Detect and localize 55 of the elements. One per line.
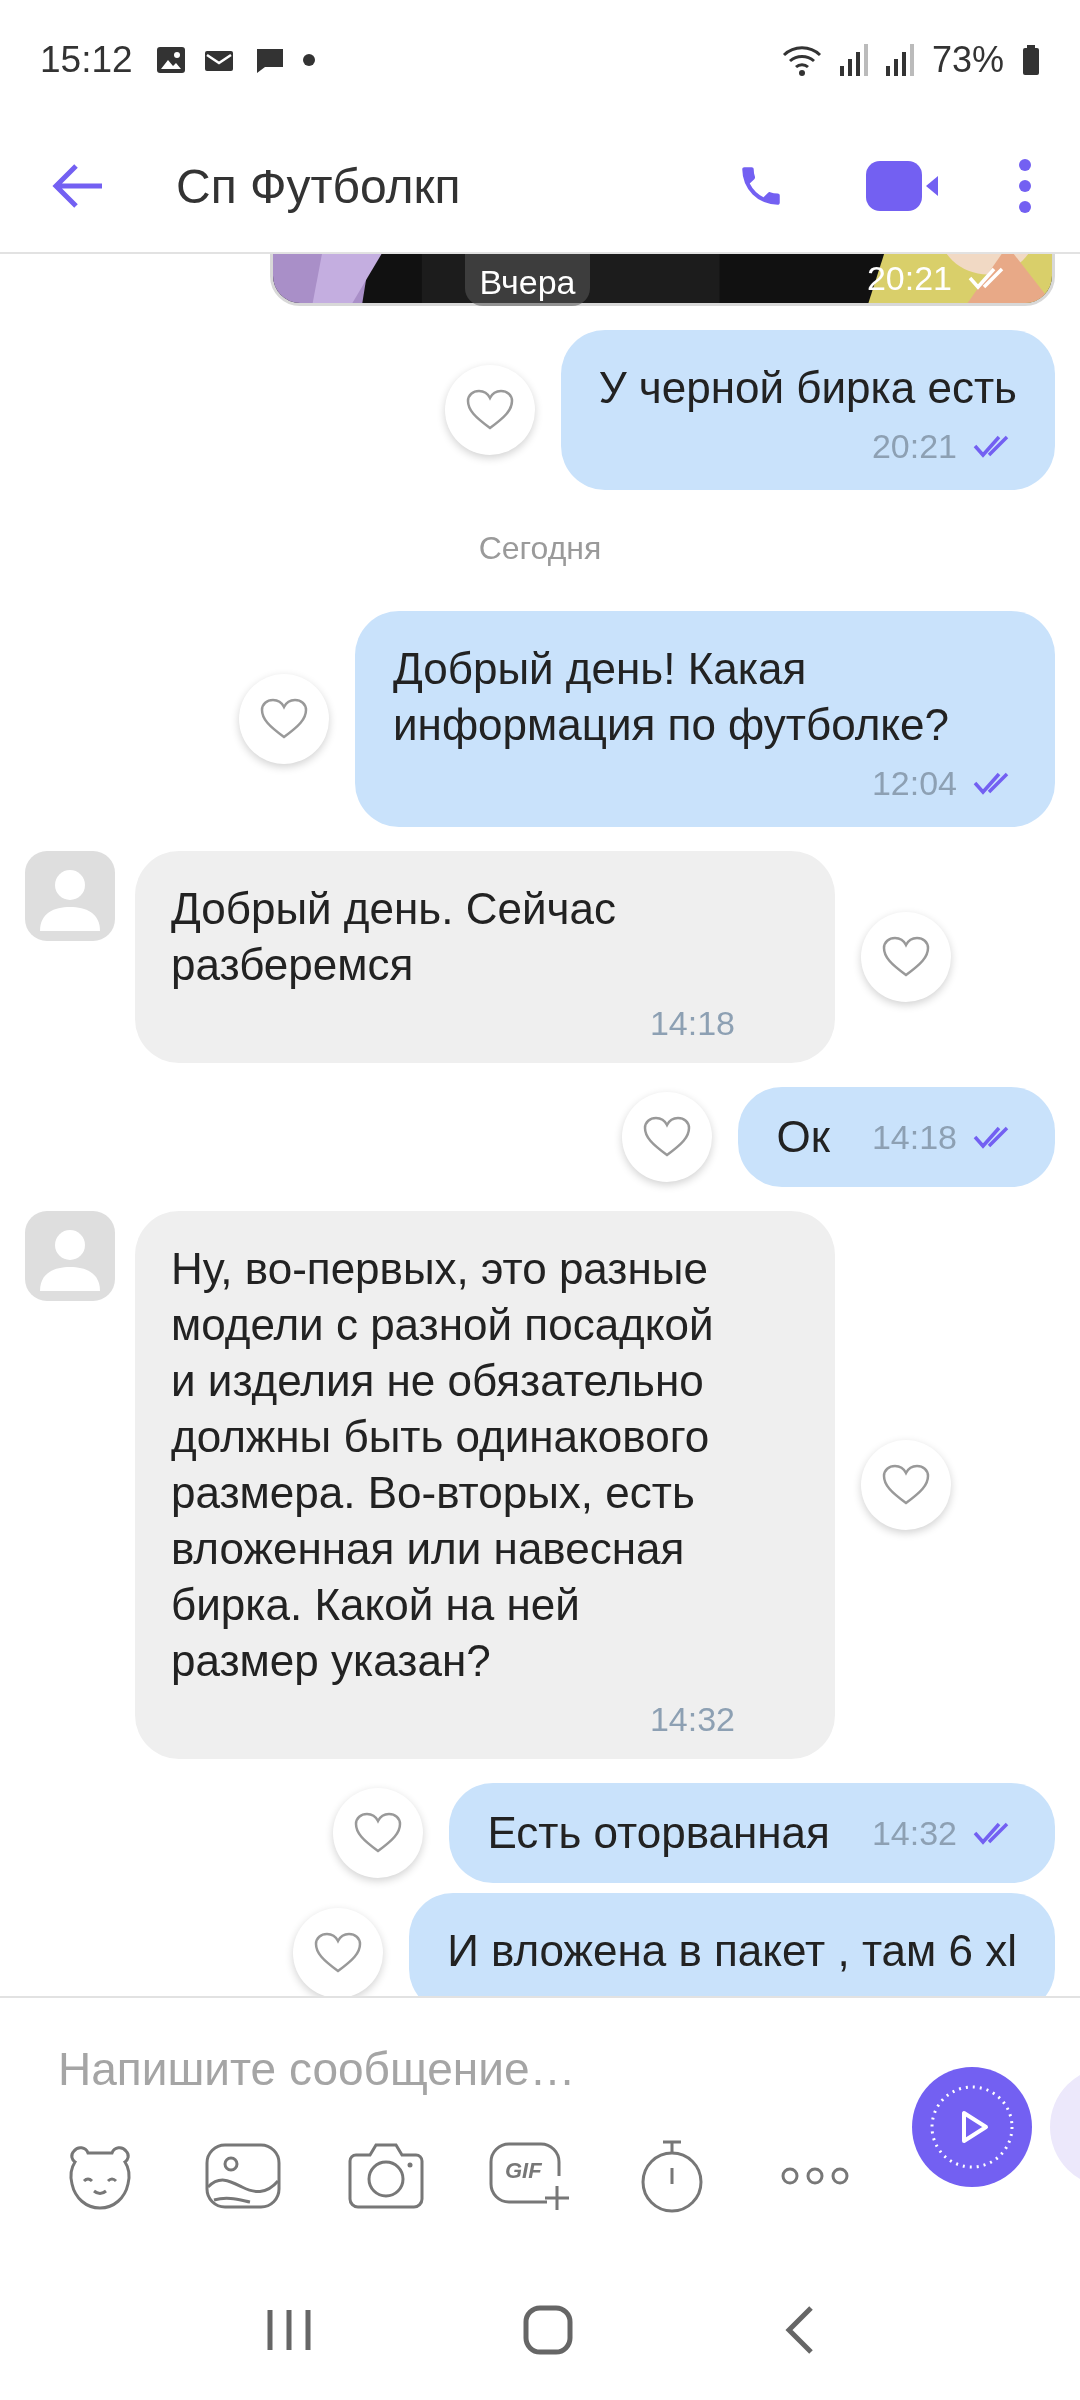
heart-icon [259,697,309,741]
picture-notification-icon [156,47,185,73]
gif-button[interactable]: GIF [487,2136,571,2216]
message-text: Добрый день! Какая информация по футболке? [393,643,950,751]
back-nav-button[interactable] [784,2305,815,2355]
date-separator: Сегодня [478,530,602,567]
like-button[interactable] [861,912,951,1002]
battery-icon [1022,45,1040,75]
like-button[interactable] [239,674,329,764]
message-text: Ну, во-первых, это разные модели с разной посадкой и изделия не обязательно должны быть одинакового размера. Во-вторых, есть вложенная или навесная бирка. Какой на ней размер указан? [171,1243,715,1687]
gif-label: GIF [505,2158,542,2184]
wifi-icon [781,43,822,77]
heart-icon [881,935,931,979]
message-text: Ок [776,1111,830,1163]
message-text: И вложена в пакет , там 6 xl [447,1925,1017,1977]
message-time: 20:21 [871,426,957,466]
outgoing-message[interactable]: У черной бирка есть 20:21 [560,330,1055,490]
status-time: 15:12 [40,39,133,81]
message-time: 14:32 [871,1813,957,1853]
outgoing-message[interactable]: Ок 14:18 [738,1087,1055,1187]
heart-icon [313,1931,364,1975]
heart-icon [642,1115,693,1159]
outgoing-message[interactable]: И вложена в пакет , там 6 xl [409,1893,1055,1996]
message-text: Есть оторванная [487,1807,830,1859]
heart-icon [464,388,515,432]
message-time: 14:18 [649,1003,735,1043]
menu-button[interactable] [1018,158,1032,214]
like-button[interactable] [861,1440,951,1530]
video-call-button[interactable] [866,161,938,211]
message-text: У черной бирка есть [598,362,1017,414]
signal-icon [885,44,914,76]
message-time: 14:32 [649,1699,735,1739]
like-button[interactable] [622,1092,713,1182]
message-text: Добрый день. Сейчас разберемся [171,883,617,991]
chat-title: Сп Футболкп [176,158,462,214]
incoming-message[interactable]: Ну, во-первых, это разные модели с разной посадкой и изделия не обязательно должны быть одинакового размера. Во-вторых, есть вложенная или навесная бирка. Какой на ней размер указан? 14:32 [135,1211,835,1759]
outgoing-message[interactable]: Добрый день! Какая информация по футболке? 12:04 [355,611,1055,827]
outgoing-message[interactable]: Есть оторванная 14:32 [449,1783,1055,1883]
message-time: 14:18 [871,1117,957,1157]
battery-percent: 73% [931,39,1004,81]
back-button[interactable] [52,164,104,208]
signal-icon [839,44,868,76]
incoming-message[interactable]: Добрый день. Сейчас разберемся 14:18 [135,851,835,1063]
heart-icon [353,1811,404,1855]
recent-apps-button[interactable] [265,2308,312,2352]
like-button[interactable] [333,1788,424,1878]
like-button[interactable] [444,365,535,455]
more-icon [780,2166,850,2186]
message-time: 12:04 [871,763,957,803]
floating-date: Вчера [465,254,590,306]
heart-icon [881,1463,931,1507]
like-button[interactable] [293,1908,384,1996]
gif-frame-icon [487,2140,571,2212]
dot-icon [302,54,315,66]
home-button[interactable] [523,2305,573,2355]
